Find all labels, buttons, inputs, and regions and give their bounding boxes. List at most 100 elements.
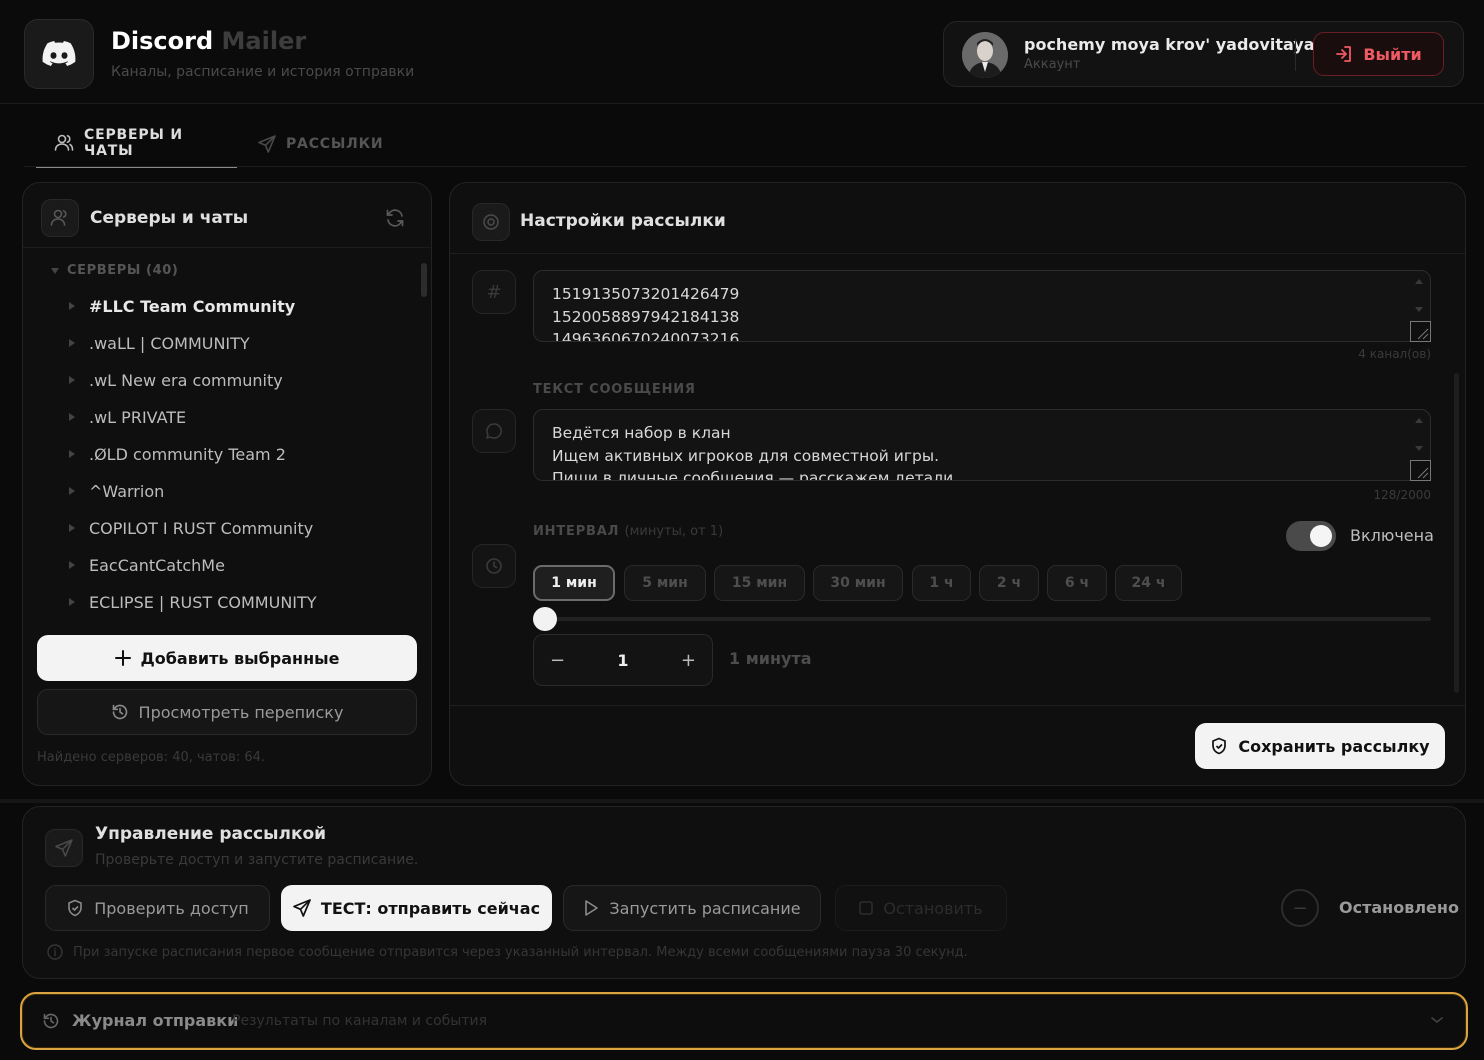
interval-chip-5m[interactable]: 5 мин <box>624 565 706 601</box>
server-item[interactable]: .wL New era community <box>69 367 283 393</box>
server-item[interactable]: .ØLD community Team 2 <box>69 441 286 467</box>
interval-chip-6h[interactable]: 6 ч <box>1047 565 1107 601</box>
add-selected-label: Добавить выбранные <box>140 648 340 668</box>
logout-label: Выйти <box>1363 44 1422 64</box>
interval-slider-track[interactable] <box>533 617 1431 621</box>
caret-right-icon <box>69 561 75 569</box>
server-item[interactable]: ECLIPSE | RUST COMMUNITY <box>69 589 317 615</box>
server-name: .waLL | COMMUNITY <box>89 333 250 353</box>
send-icon <box>45 829 83 867</box>
interval-label-text: ИНТЕРВАЛ <box>533 524 620 539</box>
interval-slider-knob[interactable] <box>533 607 557 631</box>
discord-logo-icon <box>24 19 94 89</box>
interval-chip-15m[interactable]: 15 мин <box>714 565 805 601</box>
server-name: .wL PRIVATE <box>89 407 187 427</box>
account-role: Аккаунт <box>1024 57 1081 72</box>
channels-textarea[interactable]: 1519135073201426479 1520058897942184138 … <box>533 270 1431 342</box>
server-name: .ØLD community Team 2 <box>89 444 286 464</box>
servers-scrollbar[interactable] <box>421 263 427 619</box>
server-name: EacCantCatchMe <box>89 555 225 575</box>
add-selected-button[interactable]: Добавить выбранные <box>37 635 417 681</box>
stepper-plus-button[interactable]: + <box>681 650 696 671</box>
message-counter: 128/2000 <box>1373 488 1432 502</box>
view-chat-label: Просмотреть переписку <box>138 702 344 722</box>
clock-icon <box>472 544 516 588</box>
history-icon <box>111 703 129 721</box>
account-card: pochemy moya krov' yadovitaya Аккаунт Вы… <box>943 21 1464 87</box>
chevron-down-icon <box>1430 1015 1444 1025</box>
caret-right-icon <box>69 487 75 495</box>
logout-button[interactable]: Выйти <box>1313 32 1444 76</box>
view-chat-button[interactable]: Просмотреть переписку <box>37 689 417 735</box>
stop-button[interactable]: Остановить <box>835 885 1007 931</box>
start-schedule-button[interactable]: Запустить расписание <box>563 885 821 931</box>
server-item[interactable]: ^Warrion <box>69 478 164 504</box>
app-subtitle: Каналы, расписание и история отправки <box>111 64 415 80</box>
server-item[interactable]: EacCantCatchMe <box>69 552 225 578</box>
app-title: Discord Mailer <box>111 27 306 55</box>
refresh-icon[interactable] <box>385 208 405 228</box>
enabled-toggle-label: Включена <box>1350 526 1434 545</box>
account-separator <box>1295 39 1296 71</box>
test-send-button[interactable]: ТЕСТ: отправить сейчас <box>281 885 552 931</box>
shield-icon <box>66 899 84 917</box>
textarea-resize-handle[interactable] <box>1410 460 1431 481</box>
server-item[interactable]: #LLC Team Community <box>69 293 295 319</box>
caret-down-icon <box>51 267 59 274</box>
shield-icon <box>1210 737 1228 755</box>
panel-divider <box>23 247 431 248</box>
interval-chip-1h[interactable]: 1 ч <box>912 565 971 601</box>
server-item[interactable]: .wL PRIVATE <box>69 404 186 430</box>
account-name: pochemy moya krov' yadovitaya <box>1024 35 1315 54</box>
status-text: Остановлено <box>1339 898 1459 917</box>
check-access-button[interactable]: Проверить доступ <box>45 885 270 931</box>
server-name: COPILOT I RUST Community <box>89 518 314 538</box>
history-icon <box>42 1012 60 1030</box>
servers-tree-header[interactable]: СЕРВЕРЫ (40) <box>51 263 178 278</box>
send-icon <box>293 899 311 917</box>
status-stopped-icon: − <box>1281 889 1319 927</box>
stop-icon <box>859 901 874 915</box>
interval-chip-30m[interactable]: 30 мин <box>813 565 903 601</box>
plus-icon <box>114 650 131 666</box>
tab-label: РАССЫЛКИ <box>286 136 384 152</box>
users-icon <box>41 199 79 237</box>
textarea-resize-handle[interactable] <box>1410 321 1431 342</box>
interval-chip-2h[interactable]: 2 ч <box>979 565 1039 601</box>
check-access-label: Проверить доступ <box>94 898 249 918</box>
tabs-divider <box>24 166 1466 167</box>
stepper-value[interactable]: 1 <box>617 651 628 670</box>
interval-chip-1m[interactable]: 1 мин <box>533 565 615 601</box>
toggle-knob <box>1310 525 1332 547</box>
caret-right-icon <box>69 413 75 421</box>
settings-scrollbar[interactable] <box>1454 373 1459 693</box>
caret-right-icon <box>69 450 75 458</box>
panel-divider <box>450 253 1465 254</box>
interval-chip-24h[interactable]: 24 ч <box>1115 565 1182 601</box>
interval-label: ИНТЕРВАЛ (минуты, от 1) <box>533 524 723 539</box>
tab-servers-and-chats[interactable]: СЕРВЕРЫ И ЧАТЫ <box>36 120 237 168</box>
schedule-info-text: При запуске расписания первое сообщение … <box>73 944 968 960</box>
server-name: .wL New era community <box>89 370 283 390</box>
servers-tree-header-label: СЕРВЕРЫ (40) <box>67 263 179 278</box>
top-bar: Discord Mailer Каналы, расписание и исто… <box>0 0 1484 104</box>
textarea-spin-arrows[interactable] <box>1413 414 1425 458</box>
save-mailing-button[interactable]: Сохранить рассылку <box>1195 723 1445 769</box>
send-log-accordion[interactable]: Журнал отправки Результаты по каналам и … <box>20 992 1468 1050</box>
textarea-spin-arrows[interactable] <box>1413 275 1425 319</box>
server-name: #LLC Team Community <box>89 296 296 316</box>
server-name: ECLIPSE | RUST COMMUNITY <box>89 592 317 612</box>
enabled-toggle[interactable] <box>1286 521 1336 551</box>
scrollbar-thumb[interactable] <box>421 263 427 297</box>
tab-mailings[interactable]: РАССЫЛКИ <box>258 120 383 168</box>
hash-icon: # <box>472 270 516 314</box>
settings-panel: Настройки рассылки # 1519135073201426479… <box>449 182 1466 786</box>
server-item[interactable]: .waLL | COMMUNITY <box>69 330 250 356</box>
caret-right-icon <box>69 302 75 310</box>
server-item[interactable]: COPILOT I RUST Community <box>69 515 313 541</box>
control-panel-subtitle: Проверьте доступ и запустите расписание. <box>95 852 419 868</box>
avatar[interactable] <box>962 32 1008 78</box>
stepper-minus-button[interactable]: − <box>550 650 565 671</box>
message-textarea[interactable]: Ведётся набор в клан Ищем активных игрок… <box>533 409 1431 481</box>
start-schedule-label: Запустить расписание <box>609 898 801 918</box>
